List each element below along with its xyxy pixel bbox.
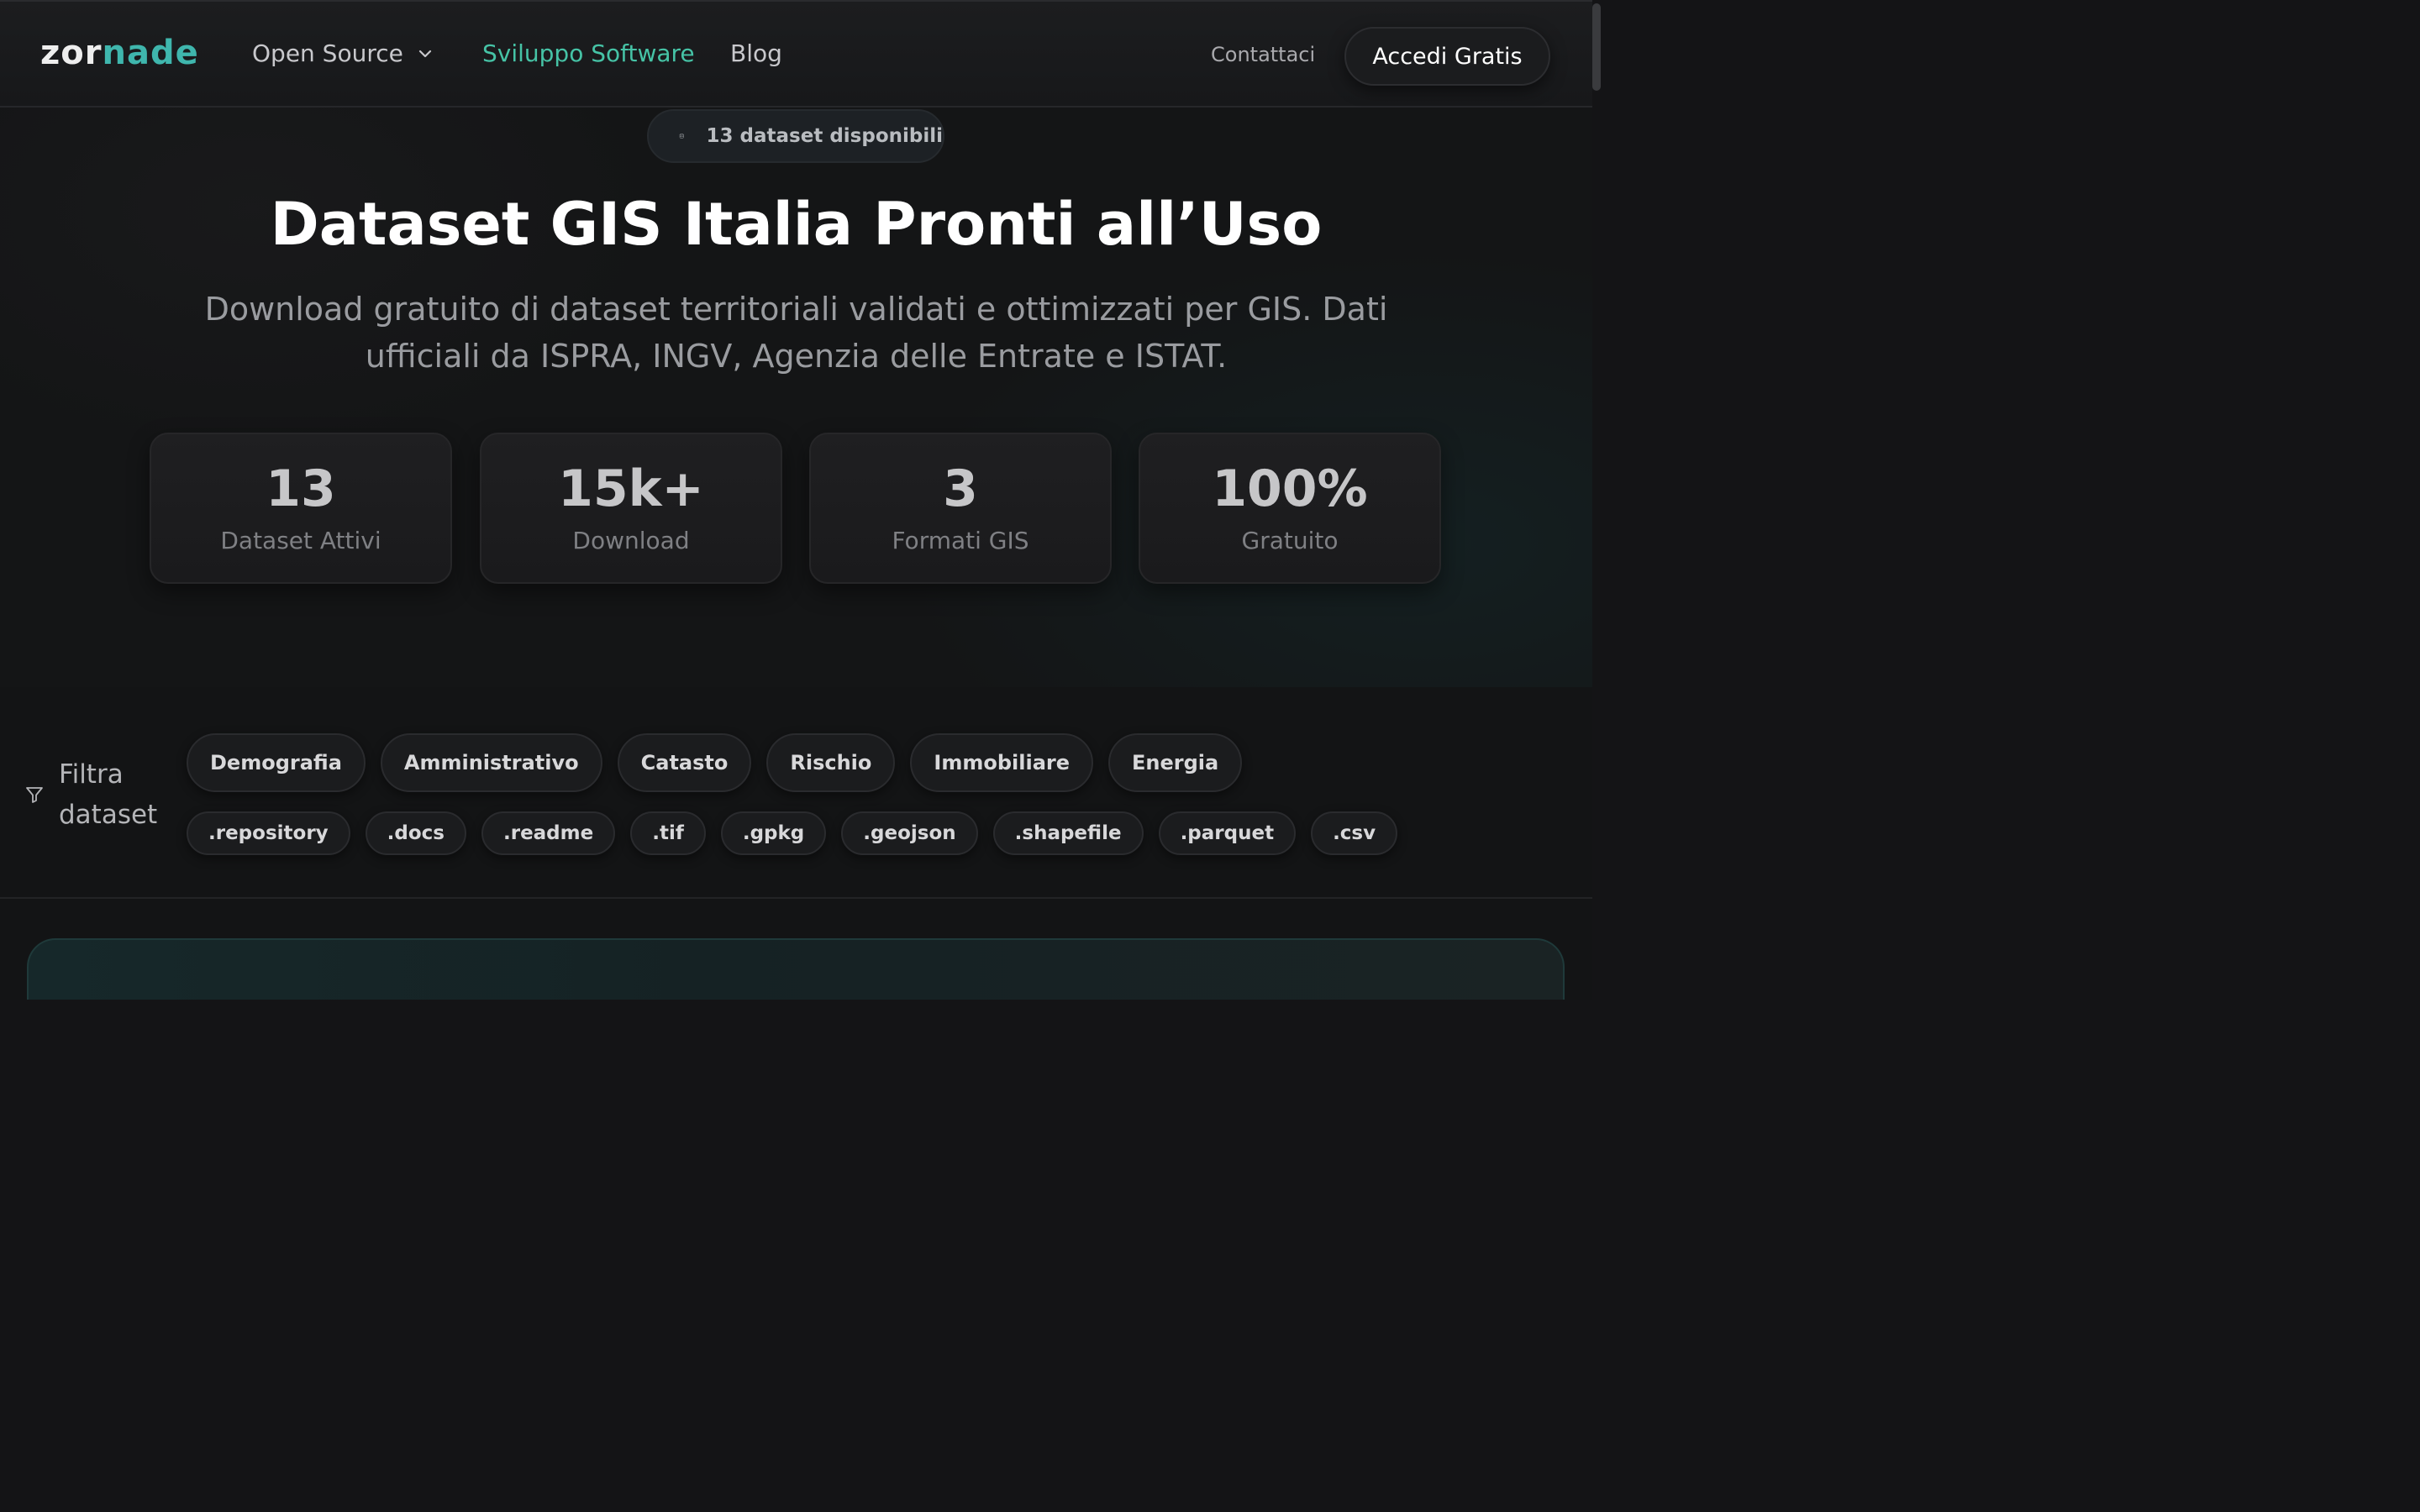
filter-heading-line1: Filtra — [59, 759, 124, 790]
stat-card-datasets: 13 Dataset Attivi — [150, 433, 452, 584]
filter-icon — [26, 787, 43, 803]
filter-heading-text: Filtra dataset — [59, 754, 160, 835]
format-chip-readme[interactable]: .readme — [481, 811, 616, 855]
filter-heading: Filtra dataset — [25, 754, 160, 835]
dataset-card[interactable] — [27, 938, 1565, 1000]
category-chip-amministrativo[interactable]: Amministrativo — [380, 733, 602, 792]
stat-value: 15k+ — [558, 459, 704, 518]
format-chip-gpkg[interactable]: .gpkg — [720, 811, 827, 855]
nav-sviluppo-software[interactable]: Sviluppo Software — [482, 39, 695, 67]
nav-contact-link[interactable]: Contattaci — [1211, 43, 1315, 66]
page-viewport: zornade Open Source Sviluppo Software Bl… — [0, 0, 1592, 1000]
stat-label: Formati GIS — [892, 527, 1029, 554]
dataset-count-badge: 13 dataset disponibili — [647, 109, 944, 163]
category-chip-rischio[interactable]: Rischio — [766, 733, 896, 792]
stat-label: Gratuito — [1241, 527, 1339, 554]
nav-open-source[interactable]: Open Source — [252, 39, 434, 67]
format-chip-docs[interactable]: .docs — [365, 811, 466, 855]
format-chip-tif[interactable]: .tif — [630, 811, 706, 855]
format-chip-repository[interactable]: .repository — [187, 811, 350, 855]
stat-value: 100% — [1212, 459, 1368, 518]
logo-text-primary: zor — [40, 34, 103, 72]
chevron-down-icon — [418, 50, 431, 57]
format-chip-geojson[interactable]: .geojson — [841, 811, 978, 855]
nav-blog[interactable]: Blog — [730, 39, 782, 67]
format-chip-row: .repository .docs .readme .tif .gpkg .ge… — [187, 811, 1398, 855]
format-chip-shapefile[interactable]: .shapefile — [992, 811, 1144, 855]
category-chip-catasto[interactable]: Catasto — [617, 733, 752, 792]
page-scrollbar[interactable] — [1592, 0, 1602, 92]
login-free-button[interactable]: Accedi Gratis — [1344, 27, 1550, 86]
logo[interactable]: zornade — [40, 34, 199, 72]
category-chip-demografia[interactable]: Demografia — [187, 733, 366, 792]
stat-card-free: 100% Gratuito — [1139, 433, 1441, 584]
category-chip-energia[interactable]: Energia — [1108, 733, 1243, 792]
dataset-filters: Filtra dataset Demografia Amministrativo… — [0, 687, 1592, 899]
logo-text-accent: nade — [102, 34, 199, 72]
stat-value: 13 — [266, 459, 336, 518]
stat-value: 3 — [943, 459, 978, 518]
dataset-count-text: 13 dataset disponibili — [706, 125, 943, 147]
page-title: Dataset GIS Italia Pronti all’Uso — [270, 190, 1323, 259]
stat-card-downloads: 15k+ Download — [480, 433, 782, 584]
format-chip-csv[interactable]: .csv — [1311, 811, 1398, 855]
nav-open-source-label: Open Source — [252, 39, 403, 67]
filter-heading-line2: dataset — [59, 800, 158, 830]
category-chip-immobiliare[interactable]: Immobiliare — [910, 733, 1094, 792]
nav-blog-label: Blog — [730, 39, 782, 67]
format-chip-parquet[interactable]: .parquet — [1158, 811, 1297, 855]
stat-label: Dataset Attivi — [220, 527, 381, 554]
hero-section: 13 dataset disponibili Dataset GIS Itali… — [0, 108, 1592, 687]
category-chip-row: Demografia Amministrativo Catasto Rischi… — [187, 733, 1243, 792]
stat-label: Download — [572, 527, 690, 554]
top-navigation: zornade Open Source Sviluppo Software Bl… — [0, 0, 1592, 108]
database-icon — [679, 134, 684, 139]
page-subtitle: Download gratuito di dataset territorial… — [204, 291, 1388, 375]
nav-sviluppo-software-label: Sviluppo Software — [482, 39, 695, 67]
scrollbar-thumb[interactable] — [1592, 3, 1601, 91]
stat-card-formats: 3 Formati GIS — [809, 433, 1112, 584]
